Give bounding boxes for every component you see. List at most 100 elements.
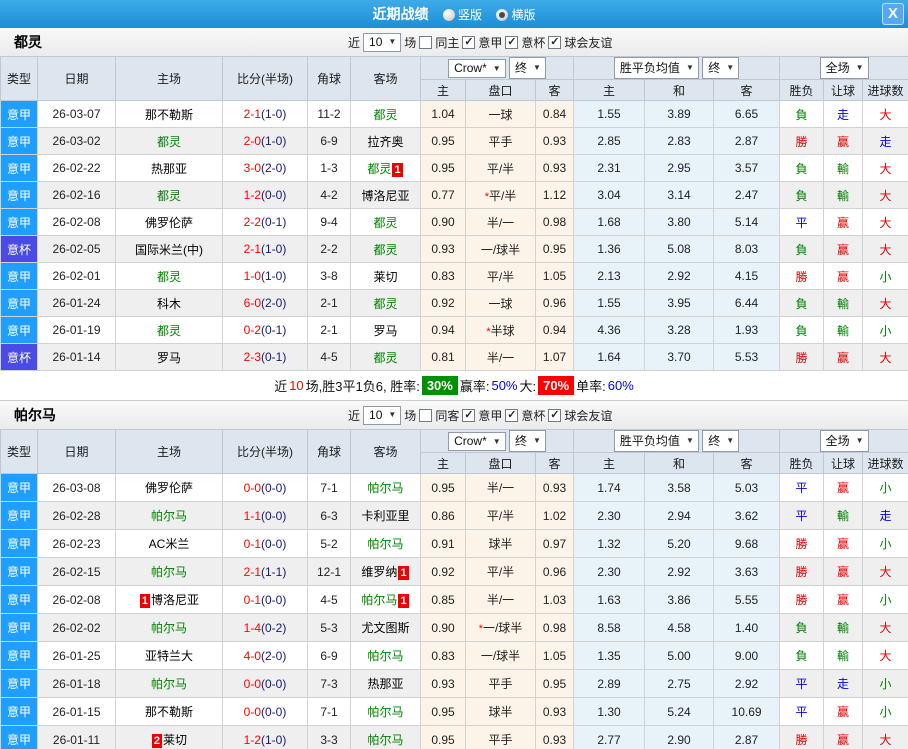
odds-away-cell: 0.93 <box>534 154 575 182</box>
goals-result-cell: 大 <box>862 641 908 670</box>
filter-checkbox[interactable]: ✓ <box>548 408 562 422</box>
full-score: 2-1 <box>243 107 261 121</box>
odds-time-select[interactable]: 终 ▼ <box>509 57 546 79</box>
sub-header-2: 客 <box>534 79 575 101</box>
match-row: 意甲 26-03-07 那不勒斯 2-1(1-0) 11-2 都灵 1.04 一球 0.84 1.… <box>0 100 908 128</box>
filter-checkbox[interactable]: ✓ <box>462 408 476 422</box>
avg-draw-cell: 3.89 <box>644 100 715 128</box>
filter-checkbox[interactable] <box>419 408 433 422</box>
handicap-cell: 球半 <box>465 697 536 726</box>
filter-checkbox[interactable] <box>419 35 433 49</box>
score-cell: 0-1(0-0) <box>222 585 308 614</box>
chevron-down-icon: ▼ <box>492 436 501 446</box>
avg-time-select[interactable]: 终 ▼ <box>702 430 740 452</box>
avg-away-cell: 1.40 <box>713 613 781 642</box>
vertical-layout-label: 竖版 <box>457 8 482 23</box>
team-name: 帕尔马 <box>14 407 56 423</box>
avg-draw-cell: 3.70 <box>644 343 715 371</box>
avg-home-cell: 1.64 <box>573 343 646 371</box>
handicap-label: 球半 <box>488 705 513 719</box>
team-section: 帕尔马 近 10 ▼ 场同客 ✓ 意甲 ✓ 意杯 ✓ 球会友谊 类型 日期 主场 比分(半场) 角球 客场 C… <box>0 401 908 749</box>
league-cell: 意甲 <box>0 289 38 317</box>
handicap-cell: 平/半 <box>465 262 536 290</box>
odds-home-cell: 0.83 <box>420 262 466 290</box>
odds-home-cell: 0.90 <box>420 208 466 236</box>
avg-away-cell: 2.87 <box>713 127 781 155</box>
odds-home-cell: 0.95 <box>420 725 466 749</box>
odds-home-cell: 0.77 <box>420 181 466 209</box>
avg-home-cell: 1.36 <box>573 235 646 263</box>
team-label: 佛罗伦萨 <box>144 215 193 230</box>
scope-select[interactable]: 全场 ▼ <box>819 430 869 452</box>
team-label: 帕尔马 <box>150 621 187 635</box>
team-label: 帕尔马 <box>367 733 404 747</box>
handicap-cell: 平/半 <box>465 557 536 586</box>
half-score: (2-0) <box>261 296 287 310</box>
match-row: 意甲 26-02-01 都灵 1-0(1-0) 3-8 莱切 0.83 平/半 1.05 2.13… <box>0 262 908 290</box>
corner-cell: 7-3 <box>307 669 351 698</box>
result-cell: 負 <box>779 316 825 344</box>
filter-checkbox[interactable]: ✓ <box>462 35 476 49</box>
col-header-0: 类型 <box>0 56 38 101</box>
team-label: 都灵 <box>367 161 392 176</box>
corner-cell: 11-2 <box>307 100 351 128</box>
scope-select[interactable]: 全场 ▼ <box>819 57 869 79</box>
close-icon[interactable]: X <box>882 3 904 25</box>
avg-draw-cell: 3.86 <box>644 585 715 614</box>
filter-checkbox[interactable]: ✓ <box>505 408 519 422</box>
match-row: 意杯 26-01-14 罗马 2-3(0-1) 4-5 都灵 0.81 半/一 1.07 1.64… <box>0 343 908 371</box>
corner-cell: 6-3 <box>307 501 351 530</box>
avg-away-cell: 1.93 <box>713 316 781 344</box>
avg-away-cell: 6.44 <box>713 289 781 317</box>
odds-away-cell: 0.93 <box>534 127 575 155</box>
vertical-layout-radio[interactable] <box>442 8 455 21</box>
handicap-cell: *平/半 <box>465 181 536 209</box>
odds-away-cell: 0.95 <box>534 235 575 263</box>
avg-type-select-value: 胜平负均值 <box>619 434 680 448</box>
avg-time-select[interactable]: 终 ▼ <box>702 57 740 79</box>
section-filter-row: 都灵 近 10 ▼ 场同主 ✓ 意甲 ✓ 意杯 ✓ 球会友谊 <box>0 28 908 56</box>
avg-draw-cell: 3.58 <box>644 473 715 502</box>
odds-company-select[interactable]: Crow* ▼ <box>448 432 506 451</box>
result-cell: 勝 <box>779 585 825 614</box>
rank-badge: 1 <box>398 594 409 608</box>
avg-home-cell: 2.30 <box>573 501 646 530</box>
team-label: 帕尔马 <box>367 481 404 495</box>
avg-type-select[interactable]: 胜平负均值 ▼ <box>613 57 699 79</box>
handicap-label: 平/半 <box>486 161 515 176</box>
team-label: AC米兰 <box>148 537 190 551</box>
avg-away-cell: 5.03 <box>713 473 781 502</box>
league-cell: 意甲 <box>0 557 38 586</box>
filter-checkbox[interactable]: ✓ <box>505 35 519 49</box>
odds-away-cell: 0.96 <box>534 557 575 586</box>
filter-checkbox[interactable]: ✓ <box>548 35 562 49</box>
odds-home-cell: 0.93 <box>420 235 466 263</box>
handicap-result-cell: 赢 <box>823 343 864 371</box>
avg-away-cell: 3.63 <box>713 557 781 586</box>
avg-type-select[interactable]: 胜平负均值 ▼ <box>613 430 699 452</box>
col-header-3: 比分(半场) <box>222 56 308 101</box>
chevron-down-icon: ▼ <box>685 436 694 445</box>
away-team-cell: 博洛尼亚 <box>350 181 421 209</box>
corner-cell: 9-4 <box>307 208 351 236</box>
odds-away-cell: 1.12 <box>534 181 575 209</box>
team-label: 帕尔马 <box>150 565 187 579</box>
col-header-1: 日期 <box>37 56 116 101</box>
match-count-select[interactable]: 10 ▼ <box>363 405 402 425</box>
match-count-select[interactable]: 10 ▼ <box>363 32 402 52</box>
result-cell: 勝 <box>779 557 825 586</box>
handicap-cell: 一球 <box>465 289 536 317</box>
league-cell: 意甲 <box>0 613 38 642</box>
handicap-label: 平/半 <box>486 269 515 284</box>
result-cell: 勝 <box>779 127 825 155</box>
date-cell: 26-02-16 <box>37 181 116 209</box>
odds-home-cell: 0.90 <box>420 613 466 642</box>
date-cell: 26-03-02 <box>37 127 116 155</box>
corner-cell: 5-2 <box>307 529 351 558</box>
odds-time-select[interactable]: 终 ▼ <box>509 430 546 452</box>
odds-company-select[interactable]: Crow* ▼ <box>448 59 506 78</box>
league-cell: 意甲 <box>0 127 38 155</box>
handicap-cell: 半/一 <box>465 585 536 614</box>
full-score: 2-3 <box>243 350 261 364</box>
horizontal-layout-radio[interactable] <box>496 8 509 21</box>
